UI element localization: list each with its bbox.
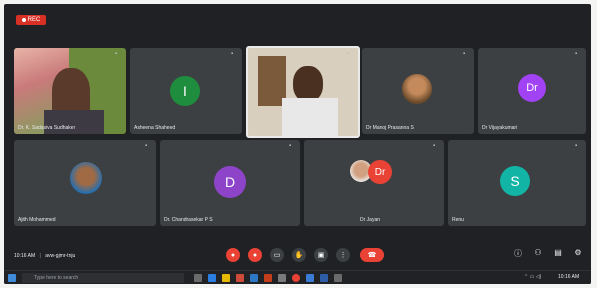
meet-window: REC ▪ Dr. K. Sadasiva Sudhaker I ▪ Ashee… — [4, 4, 591, 284]
participant-tile-video-active[interactable]: ▪ — [246, 46, 360, 138]
app-icon[interactable] — [320, 274, 328, 282]
chrome-icon[interactable] — [292, 274, 300, 282]
captions-icon: ▭ — [273, 252, 281, 259]
participant-name: Ajith Mohammed — [18, 217, 56, 223]
hand-icon: ✋ — [294, 252, 304, 259]
avatar: I — [170, 76, 200, 106]
taskbar-clock: 10:16 AM — [558, 274, 580, 280]
meeting-controls-bar: 10:16 AM | avw-gjmr-tnju ● ● ▭ ✋ ▣ ⋮ ☎ ⓘ… — [4, 242, 591, 270]
camera-off-button[interactable]: ● — [248, 248, 262, 262]
file-explorer-icon[interactable] — [222, 274, 230, 282]
windows-start-icon[interactable] — [8, 274, 16, 282]
mic-off-button[interactable]: ● — [226, 248, 240, 262]
pin-icon[interactable]: ▪ — [145, 143, 151, 149]
activities-icon[interactable]: ⚙ — [572, 248, 584, 260]
pin-icon[interactable]: ▪ — [575, 51, 581, 57]
pin-icon[interactable]: ▪ — [463, 51, 469, 57]
participant-face — [293, 66, 323, 102]
record-dot-icon — [21, 18, 26, 22]
windows-taskbar: Type here to search ⌃ ▭ ◁) 10:16 AM — [4, 270, 591, 284]
participant-name: Dr Manoj Prasanna S — [366, 125, 414, 131]
present-button[interactable]: ▣ — [314, 248, 328, 262]
participant-tile-video[interactable]: ▪ Dr. K. Sadasiva Sudhaker — [14, 48, 126, 134]
present-icon: ▣ — [317, 252, 325, 259]
pin-icon[interactable]: ▪ — [347, 51, 353, 57]
powerpoint-icon[interactable] — [264, 274, 272, 282]
raise-hand-button[interactable]: ✋ — [292, 248, 306, 262]
chat-icon[interactable]: ▤ — [552, 248, 564, 260]
avatar-photo — [402, 74, 432, 104]
participant-name: Dr. K. Sadasiva Sudhaker — [18, 125, 76, 131]
word-icon[interactable] — [250, 274, 258, 282]
meeting-info: 10:16 AM | avw-gjmr-tnju — [14, 253, 76, 259]
participant-name: Dr Vijayakumari — [482, 125, 518, 131]
mic-off-icon: ● — [230, 251, 236, 259]
info-icon[interactable]: ⓘ — [512, 248, 524, 260]
end-call-icon: ☎ — [367, 252, 377, 259]
pin-icon[interactable]: ▪ — [433, 143, 439, 149]
pin-icon[interactable]: ▪ — [575, 143, 581, 149]
end-call-button[interactable]: ☎ — [360, 248, 384, 262]
meeting-time: 10:16 AM — [14, 253, 36, 259]
avatar: D — [214, 166, 246, 198]
participant-name: Dr Jayan — [360, 217, 381, 223]
avatar: Dr — [368, 160, 392, 184]
app-icon[interactable] — [306, 274, 314, 282]
pin-icon[interactable]: ▪ — [231, 51, 237, 57]
participant-name: Dr. Chandrasekar P S — [164, 217, 213, 223]
participant-tile[interactable]: D ▪ Dr. Chandrasekar P S — [160, 140, 300, 226]
participant-name: Renu — [452, 217, 464, 223]
more-options-button[interactable]: ⋮ — [336, 248, 350, 262]
pin-icon[interactable]: ▪ — [115, 51, 121, 57]
more-icon: ⋮ — [339, 252, 347, 259]
participant-tile[interactable]: ▪ Dr Manoj Prasanna S — [362, 48, 474, 134]
participant-name: Asheena Shaheed — [134, 125, 176, 131]
avatar: Dr — [518, 74, 546, 102]
recording-badge: REC — [16, 15, 46, 25]
app-icon[interactable] — [334, 274, 342, 282]
taskbar-search-input[interactable]: Type here to search — [22, 273, 184, 283]
avatar-photo — [70, 162, 102, 194]
pin-icon[interactable]: ▪ — [289, 143, 295, 149]
participant-tile[interactable]: I ▪ Asheena Shaheed — [130, 48, 242, 134]
participant-tile[interactable]: Dr ▪ Dr Vijayakumari — [478, 48, 586, 134]
captions-button[interactable]: ▭ — [270, 248, 284, 262]
meeting-code: avw-gjmr-tnju — [45, 253, 76, 259]
participant-tile[interactable]: Dr ▪ Dr Jayan — [304, 140, 444, 226]
app-icon[interactable] — [236, 274, 244, 282]
app-icon[interactable] — [278, 274, 286, 282]
system-tray-icons[interactable]: ⌃ ▭ ◁) — [524, 274, 541, 280]
people-icon[interactable]: ⚇ — [532, 248, 544, 260]
edge-icon[interactable] — [208, 274, 216, 282]
avatar: S — [500, 166, 530, 196]
camera-off-icon: ● — [252, 251, 258, 259]
task-view-icon[interactable] — [194, 274, 202, 282]
participant-tile[interactable]: ▪ Ajith Mohammed — [14, 140, 156, 226]
recording-label: REC — [27, 17, 41, 23]
participant-tile[interactable]: S ▪ Renu — [448, 140, 586, 226]
